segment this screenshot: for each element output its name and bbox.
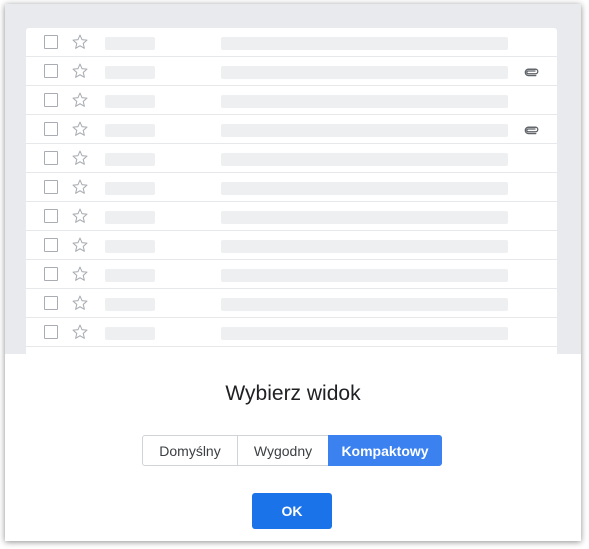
subject-placeholder: [221, 66, 508, 79]
mail-row: [26, 57, 557, 86]
subject-placeholder: [221, 240, 508, 253]
view-option-compact[interactable]: Kompaktowy: [328, 435, 442, 466]
sender-placeholder: [105, 298, 155, 311]
star-icon: [71, 265, 89, 283]
mail-row: [26, 202, 557, 231]
sender-placeholder: [105, 66, 155, 79]
view-picker-dialog: Wybierz widok Domyślny Wygodny Kompaktow…: [5, 4, 581, 541]
subject-placeholder: [221, 211, 508, 224]
view-option-default[interactable]: Domyślny: [142, 435, 238, 466]
star-icon: [71, 236, 89, 254]
checkbox-icon: [44, 35, 58, 49]
mail-row: [26, 144, 557, 173]
mail-list-preview: [26, 28, 557, 354]
checkbox-icon: [44, 64, 58, 78]
sender-placeholder: [105, 182, 155, 195]
dialog-title: Wybierz widok: [225, 382, 361, 405]
checkbox-icon: [44, 238, 58, 252]
subject-placeholder: [221, 37, 508, 50]
subject-placeholder: [221, 95, 508, 108]
star-icon: [71, 62, 89, 80]
sender-placeholder: [105, 153, 155, 166]
sender-placeholder: [105, 95, 155, 108]
star-icon: [71, 33, 89, 51]
subject-placeholder: [221, 124, 508, 137]
mail-row: [26, 115, 557, 144]
star-icon: [71, 149, 89, 167]
checkbox-icon: [44, 151, 58, 165]
star-icon: [71, 323, 89, 341]
mail-row: [26, 231, 557, 260]
ok-button[interactable]: OK: [252, 493, 332, 529]
sender-placeholder: [105, 269, 155, 282]
star-icon: [71, 120, 89, 138]
star-icon: [71, 91, 89, 109]
checkbox-icon: [44, 209, 58, 223]
sender-placeholder: [105, 124, 155, 137]
subject-placeholder: [221, 182, 508, 195]
checkbox-icon: [44, 180, 58, 194]
star-icon: [71, 294, 89, 312]
star-icon: [71, 178, 89, 196]
mail-row: [26, 86, 557, 115]
checkbox-icon: [44, 93, 58, 107]
sender-placeholder: [105, 327, 155, 340]
mail-row: [26, 28, 557, 57]
mail-row: [26, 260, 557, 289]
sender-placeholder: [105, 240, 155, 253]
subject-placeholder: [221, 153, 508, 166]
mail-row: [26, 173, 557, 202]
subject-placeholder: [221, 269, 508, 282]
paperclip-icon: [524, 65, 540, 77]
preview-area: [5, 4, 581, 354]
mail-row: [26, 318, 557, 347]
checkbox-icon: [44, 296, 58, 310]
mail-row: [26, 289, 557, 318]
checkbox-icon: [44, 122, 58, 136]
checkbox-icon: [44, 325, 58, 339]
subject-placeholder: [221, 327, 508, 340]
view-option-comfortable[interactable]: Wygodny: [237, 435, 329, 466]
sender-placeholder: [105, 37, 155, 50]
view-switch: Domyślny Wygodny Kompaktowy: [142, 435, 442, 466]
star-icon: [71, 207, 89, 225]
sender-placeholder: [105, 211, 155, 224]
checkbox-icon: [44, 267, 58, 281]
paperclip-icon: [524, 123, 540, 135]
subject-placeholder: [221, 298, 508, 311]
